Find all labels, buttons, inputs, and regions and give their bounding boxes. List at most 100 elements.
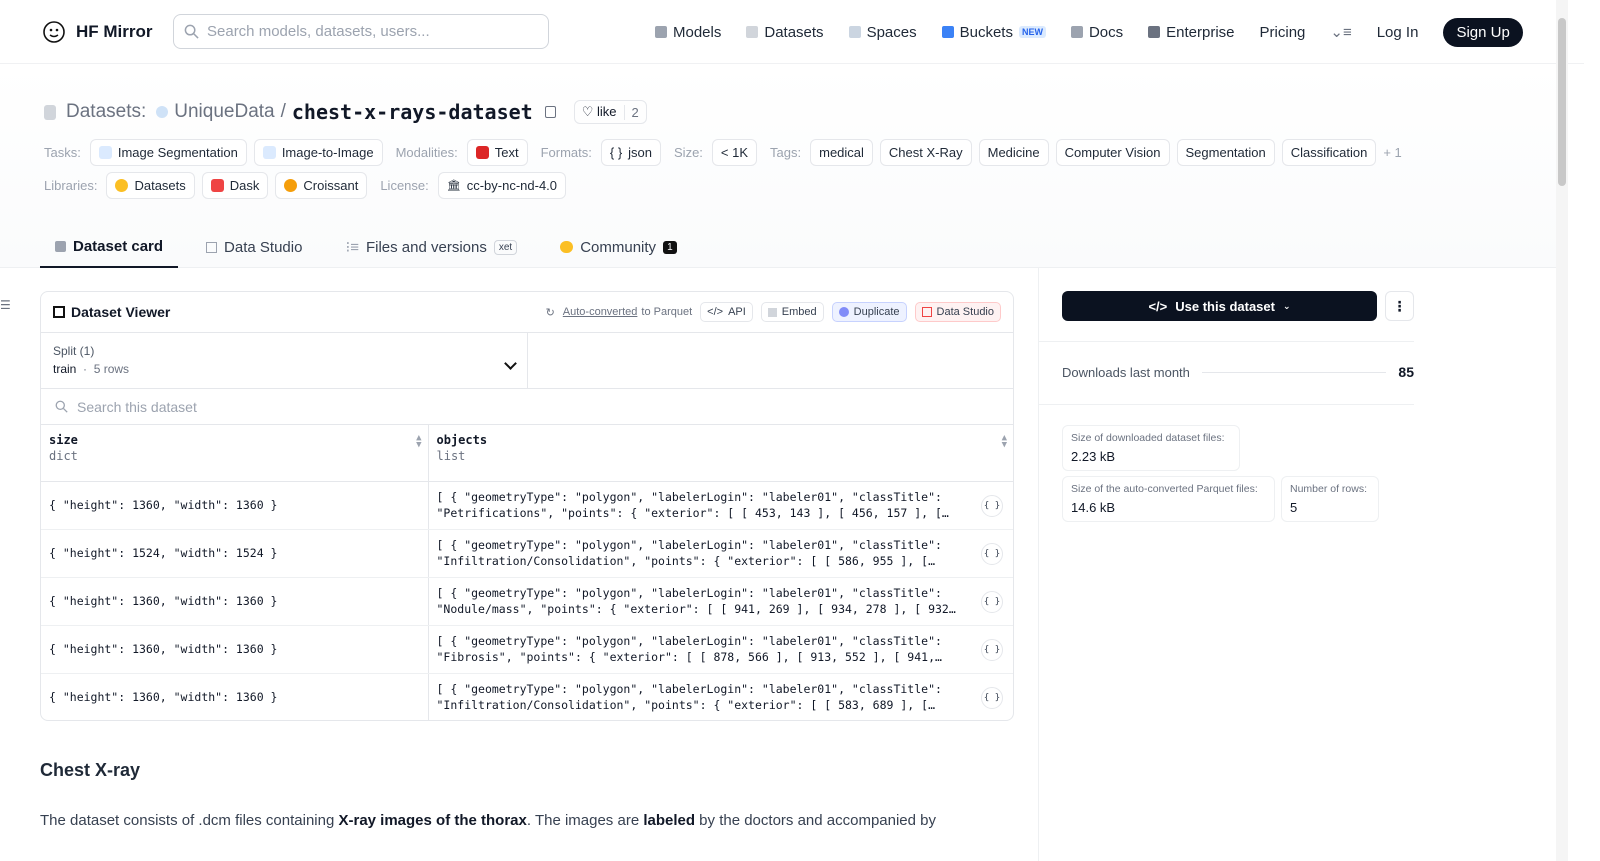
more-options-button[interactable]: ⋮ — [1385, 291, 1414, 321]
tag-row-2: Libraries: Datasets Dask Croissant Licen… — [44, 172, 567, 199]
repo-org[interactable]: UniqueData — [174, 101, 274, 123]
image-icon — [262, 146, 276, 159]
tag-image-to-image[interactable]: Image-to-Image — [253, 139, 383, 166]
scrollbar-thumb[interactable] — [1558, 18, 1566, 186]
tag-lib-datasets[interactable]: Datasets — [106, 172, 195, 199]
repo-title: Datasets: UniqueData / chest-x-rays-data… — [44, 100, 647, 124]
nav-models[interactable]: Models — [655, 24, 721, 41]
toc-toggle-icon[interactable]: ☰ — [0, 298, 11, 312]
download-size-stat: Size of downloaded dataset files: 2.23 k… — [1062, 425, 1240, 471]
tab-files-versions[interactable]: ⁝≡ Files and versions xet — [345, 226, 532, 268]
nav-more-menu[interactable]: ⌄≡ — [1330, 23, 1351, 41]
tag-text[interactable]: Text — [466, 139, 528, 166]
repo-type-label[interactable]: Datasets: — [66, 101, 146, 123]
json-view-icon[interactable]: { } — [981, 590, 1003, 613]
json-view-icon[interactable]: { } — [981, 494, 1003, 517]
tab-data-studio[interactable]: Data Studio — [206, 226, 317, 268]
brand-name: HF Mirror — [76, 22, 153, 41]
tag-image-segmentation[interactable]: Image Segmentation — [89, 139, 247, 166]
tag-json[interactable]: { } json — [600, 139, 662, 166]
tab-dataset-card[interactable]: Dataset card — [40, 226, 179, 268]
community-count: 1 — [663, 240, 677, 254]
viewer-header: Dataset Viewer ↻ Auto-converted to Parqu… — [41, 292, 1013, 333]
split-selector-row: Split (1) train · 5 rows — [41, 333, 1013, 389]
api-button[interactable]: </> API — [700, 302, 753, 322]
more-tags-link[interactable]: + 1 — [1383, 145, 1401, 160]
global-search-input[interactable]: Search models, datasets, users... — [173, 14, 549, 49]
main-nav: Models Datasets Spaces Buckets NEW Docs E… — [655, 0, 1523, 64]
heart-icon: ♡ like — [581, 104, 617, 119]
divider — [1039, 341, 1414, 342]
signup-button[interactable]: Sign Up — [1443, 17, 1523, 47]
tag-segmentation[interactable]: Segmentation — [1176, 139, 1275, 166]
like-button[interactable]: ♡ like 2 — [573, 100, 647, 124]
downloads-stat: Downloads last month 85 — [1062, 364, 1414, 380]
auto-converted-link[interactable]: Auto-converted — [563, 306, 638, 318]
grid-icon — [921, 307, 932, 317]
brand-logo[interactable]: HF Mirror — [42, 20, 153, 44]
use-dataset-button[interactable]: </> Use this dataset ⌄ — [1062, 291, 1377, 321]
viewer-actions: ↻ Auto-converted to Parquet </> API Embed… — [546, 302, 1001, 322]
divider — [1039, 404, 1414, 405]
copy-icon[interactable] — [544, 106, 556, 118]
search-placeholder: Search models, datasets, users... — [207, 23, 430, 40]
like-count: 2 — [623, 104, 646, 120]
search-icon — [184, 24, 199, 39]
files-icon: ⁝≡ — [345, 239, 359, 256]
split-rows: 5 rows — [93, 362, 130, 376]
nav-pricing[interactable]: Pricing — [1260, 24, 1306, 41]
table-row[interactable]: { "height": 1524, "width": 1524 } [ { "g… — [41, 529, 1013, 578]
tag-license[interactable]: 🏛 cc-by-nc-nd-4.0 — [437, 172, 567, 199]
tab-community[interactable]: Community 1 — [560, 226, 691, 268]
book-icon — [1070, 26, 1083, 38]
code-icon: </> — [1148, 298, 1168, 314]
table-row[interactable]: { "height": 1360, "width": 1360 } [ { "g… — [41, 625, 1013, 674]
nav-datasets[interactable]: Datasets — [746, 24, 824, 41]
tag-lib-croissant[interactable]: Croissant — [275, 172, 368, 199]
repo-name[interactable]: chest-x-rays-dataset — [292, 100, 533, 124]
database-icon — [746, 26, 759, 38]
sidebar-divider — [1038, 268, 1039, 861]
table-row[interactable]: { "height": 1360, "width": 1360 } [ { "g… — [41, 481, 1013, 530]
json-view-icon[interactable]: { } — [981, 542, 1003, 565]
column-header-size[interactable]: size dict ▲ ▼ — [41, 425, 429, 482]
nav-docs[interactable]: Docs — [1070, 24, 1123, 41]
split-dropdown[interactable]: Split (1) train · 5 rows — [41, 333, 528, 388]
community-icon — [560, 241, 574, 253]
duplicate-button[interactable]: Duplicate — [831, 302, 907, 322]
grid-icon — [848, 26, 861, 38]
table-row[interactable]: { "height": 1360, "width": 1360 } [ { "g… — [41, 673, 1013, 720]
new-badge: NEW — [1018, 26, 1046, 38]
sort-icon[interactable]: ▲ ▼ — [416, 434, 421, 450]
code-icon: </> — [707, 306, 724, 318]
data-studio-button[interactable]: Data Studio — [914, 302, 1001, 322]
nav-enterprise[interactable]: Enterprise — [1148, 24, 1235, 41]
croissant-icon — [284, 179, 298, 192]
braces-icon: { } — [609, 145, 623, 160]
tag-lib-dask[interactable]: Dask — [201, 172, 269, 199]
tag-size[interactable]: < 1K — [711, 139, 758, 166]
tag-classification[interactable]: Classification — [1281, 139, 1377, 166]
embed-icon — [767, 307, 777, 317]
card-paragraph: The dataset consists of .dcm files conta… — [40, 812, 936, 829]
viewer-title: Dataset Viewer — [53, 304, 170, 320]
tag-computer-vision[interactable]: Computer Vision — [1055, 139, 1170, 166]
dataset-table: size dict ▲ ▼ objects list ▲ ▼ { "height": 136… — [41, 425, 1013, 720]
sort-icon[interactable]: ▲ ▼ — [1002, 434, 1007, 450]
cube-icon — [55, 240, 66, 252]
json-view-icon[interactable]: { } — [981, 638, 1003, 661]
column-header-objects[interactable]: objects list ▲ ▼ — [428, 425, 1013, 482]
table-row[interactable]: { "height": 1360, "width": 1360 } [ { "g… — [41, 577, 1013, 626]
json-view-icon[interactable]: { } — [981, 686, 1003, 709]
embed-button[interactable]: Embed — [760, 302, 824, 322]
nav-buckets[interactable]: Buckets NEW — [941, 24, 1046, 41]
tag-medicine[interactable]: Medicine — [978, 139, 1049, 166]
tag-chest-x-ray[interactable]: Chest X-Ray — [879, 139, 972, 166]
nav-spaces[interactable]: Spaces — [848, 24, 917, 41]
dataset-search-input[interactable]: Search this dataset — [41, 389, 1013, 425]
cube-icon — [655, 26, 667, 38]
table-icon — [206, 241, 218, 253]
briefcase-icon — [1148, 26, 1161, 38]
tag-medical[interactable]: medical — [810, 139, 873, 166]
login-link[interactable]: Log In — [1377, 24, 1419, 41]
